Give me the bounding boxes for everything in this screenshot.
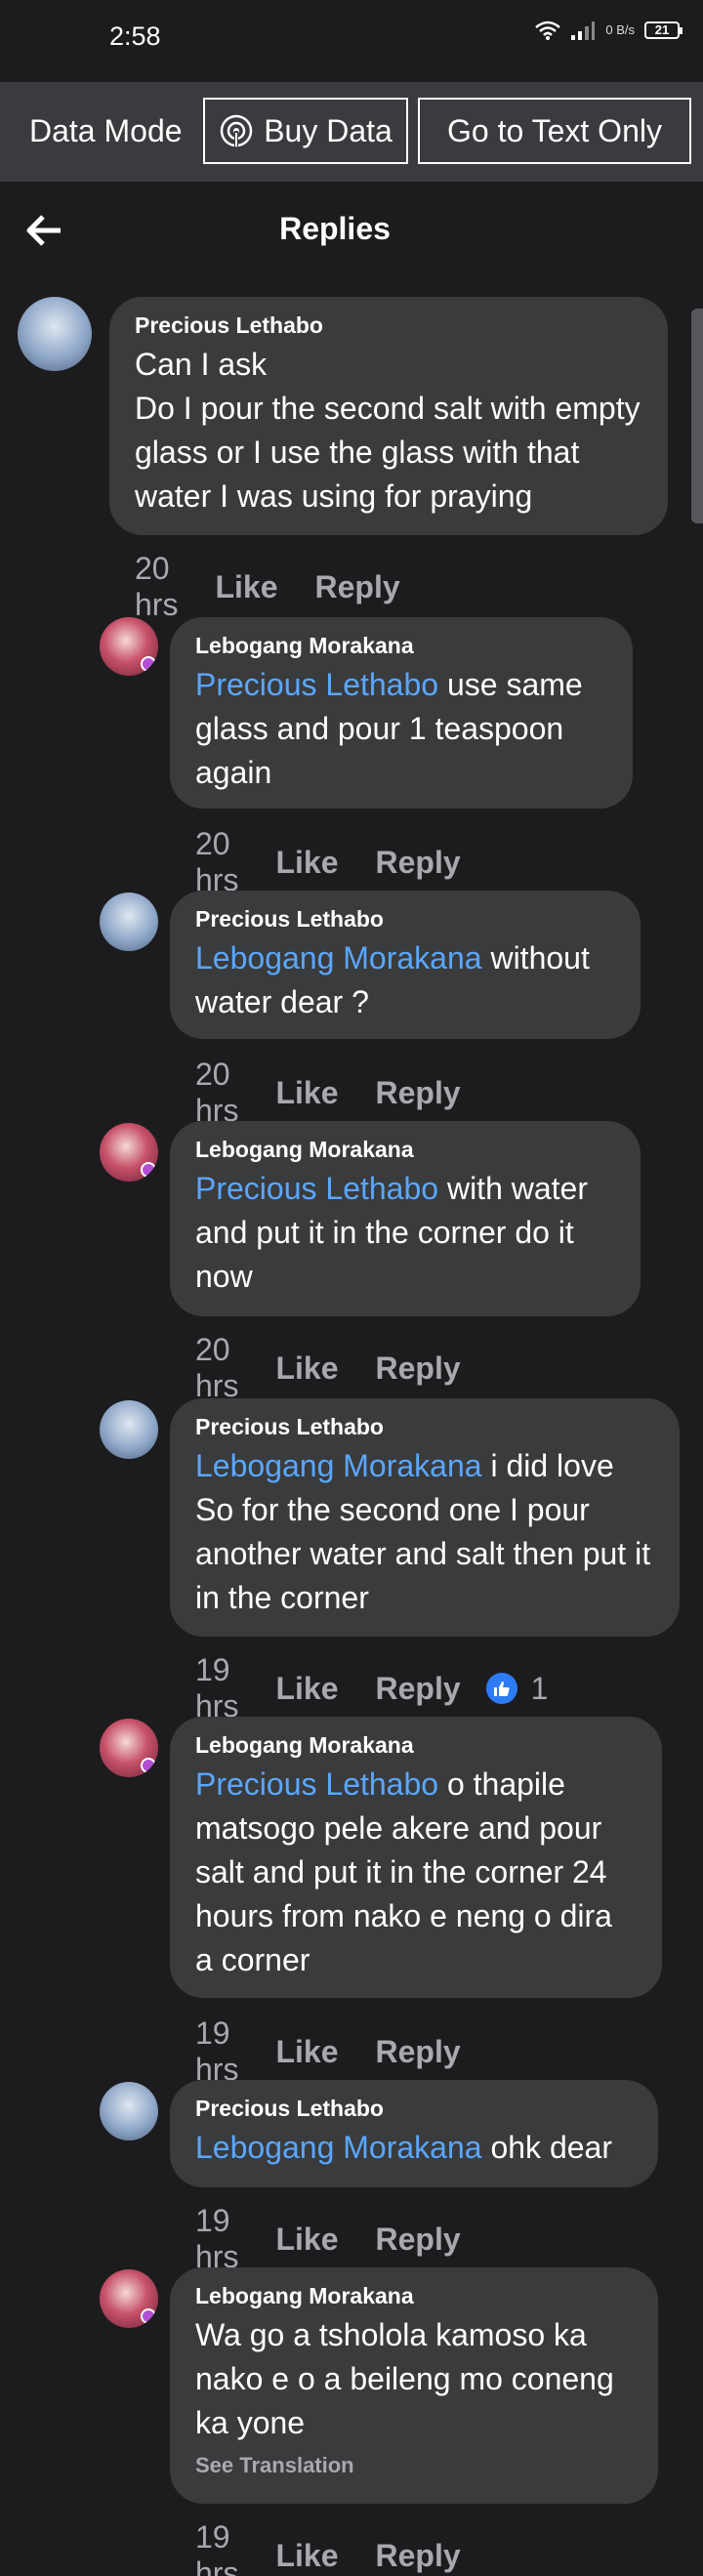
cell-signal-icon [571,21,596,40]
header: Replies [0,182,703,279]
comment-text: Lebogang Morakana i did love So for the s… [195,1444,654,1620]
comment-text: Precious Lethabo o thapile matsogo pele … [195,1763,637,1982]
avatar[interactable] [100,2082,158,2140]
comment-author[interactable]: Precious Lethabo [195,1414,654,1440]
mention-link[interactable]: Lebogang Morakana [195,2130,482,2165]
comment-author[interactable]: Precious Lethabo [195,2096,633,2122]
avatar[interactable] [18,297,92,371]
comment-meta: 19 hrs Like Reply 1 [195,1652,548,1724]
reply-button[interactable]: Reply [375,845,460,881]
comment-meta: 19 hrs Like Reply [195,2519,461,2576]
comment-author[interactable]: Lebogang Morakana [195,2283,633,2309]
like-button[interactable]: Like [275,1350,338,1387]
scrollbar[interactable] [691,309,703,523]
badge-icon [141,2308,156,2324]
battery-icon: 21 [644,21,682,39]
signal-broadcast-icon [220,114,253,147]
reply-button[interactable]: Reply [375,2034,460,2070]
mention-link[interactable]: Precious Lethabo [195,667,438,702]
avatar[interactable] [100,617,158,676]
like-button[interactable]: Like [275,1671,338,1707]
wifi-icon [535,21,561,40]
comment-text: Precious Lethabo with water and put it i… [195,1167,615,1299]
comment-bubble: Lebogang Morakana Wa go a tsholola kamos… [170,2267,658,2504]
data-mode-bar: Data Mode Buy Data Go to Text Only [0,82,703,182]
comment-author[interactable]: Lebogang Morakana [195,633,607,659]
buy-data-button[interactable]: Buy Data [203,98,408,164]
comment-author[interactable]: Lebogang Morakana [195,1732,637,1759]
comment-meta: 20 hrs Like Reply [135,551,400,623]
comment-bubble: Precious Lethabo Lebogang Morakana i did… [170,1398,680,1637]
comment-bubble: Precious Lethabo Lebogang Morakana witho… [170,891,641,1039]
avatar[interactable] [100,1719,158,1777]
avatar[interactable] [100,2269,158,2328]
comment-author[interactable]: Precious Lethabo [195,906,615,933]
like-button[interactable]: Like [275,1075,338,1111]
comment-text: Lebogang Morakana ohk dear [195,2126,633,2170]
comment-bubble: Lebogang Morakana Precious Lethabo with … [170,1121,641,1316]
page-title: Replies [279,211,391,246]
avatar[interactable] [100,1123,158,1182]
comment-line: Do I pour the second salt with empty gla… [135,391,641,514]
net-speed: 0 B/s [605,22,635,37]
thumbs-up-icon [485,1673,517,1704]
buy-data-label: Buy Data [264,112,393,148]
reply-button[interactable]: Reply [314,569,399,605]
mention-link[interactable]: Lebogang Morakana [195,1448,482,1483]
reaction-count: 1 [530,1670,549,1706]
comment-time[interactable]: 19 hrs [195,2519,238,2576]
reply-button[interactable]: Reply [375,1671,460,1707]
badge-icon [141,656,156,672]
mention-link[interactable]: Precious Lethabo [195,1766,438,1802]
comment-line: Can I ask [135,347,268,382]
like-button[interactable]: Like [275,845,338,881]
badge-icon [141,1162,156,1178]
like-button[interactable]: Like [275,2538,338,2574]
comment-meta: 19 hrs Like Reply [195,2203,461,2275]
like-button[interactable]: Like [275,2034,338,2070]
status-icons: 0 B/s 21 [535,20,682,41]
comment-meta: 20 hrs Like Reply [195,1057,461,1129]
comment-author[interactable]: Precious Lethabo [135,312,642,339]
like-button[interactable]: Like [275,2222,338,2258]
comment-text: Lebogang Morakana without water dear ? [195,936,615,1024]
avatar[interactable] [100,1400,158,1459]
comment-author[interactable]: Lebogang Morakana [195,1137,615,1163]
avatar[interactable] [100,893,158,951]
comment-body: i did love [481,1448,614,1483]
reply-button[interactable]: Reply [375,1075,460,1111]
comment-time[interactable]: 19 hrs [195,2203,238,2275]
comment-time[interactable]: 20 hrs [195,1332,238,1404]
data-mode-label: Data Mode [29,113,183,148]
comment-text: Can I ask Do I pour the second salt with … [135,343,642,519]
comment-bubble: Lebogang Morakana Precious Lethabo use s… [170,617,633,809]
comment-body: So for the second one I pour another wat… [195,1492,651,1615]
like-button[interactable]: Like [215,569,277,605]
reply-button[interactable]: Reply [375,1350,460,1387]
reactions[interactable]: 1 [485,1670,549,1707]
status-bar: 2:58 0 B/s 21 [0,0,703,78]
comment-bubble: Lebogang Morakana Precious Lethabo o tha… [170,1717,662,1998]
comment-bubble: Precious Lethabo Can I ask Do I pour the … [109,297,668,535]
reply-button[interactable]: Reply [375,2538,460,2574]
text-only-button[interactable]: Go to Text Only [418,98,691,164]
comment-meta: 20 hrs Like Reply [195,826,461,898]
comment-text: Wa go a tsholola kamoso ka nako e o a be… [195,2317,614,2440]
comment-meta: 20 hrs Like Reply [195,1332,461,1404]
status-time: 2:58 [109,21,161,51]
mention-link[interactable]: Lebogang Morakana [195,940,482,976]
mention-link[interactable]: Precious Lethabo [195,1171,438,1206]
comment-meta: 19 hrs Like Reply [195,2015,461,2088]
comment-bubble: Precious Lethabo Lebogang Morakana ohk d… [170,2080,658,2187]
comment-body: ohk dear [481,2130,612,2165]
reply-button[interactable]: Reply [375,2222,460,2258]
comment-time[interactable]: 19 hrs [195,1652,238,1724]
badge-icon [141,1758,156,1773]
comment-time[interactable]: 19 hrs [195,2015,238,2088]
comment-time[interactable]: 20 hrs [195,1057,238,1129]
comment-text: Precious Lethabo use same glass and pour… [195,663,607,795]
comment-time[interactable]: 20 hrs [135,551,178,623]
see-translation-link[interactable]: See Translation [195,2453,633,2478]
comment-time[interactable]: 20 hrs [195,826,238,898]
